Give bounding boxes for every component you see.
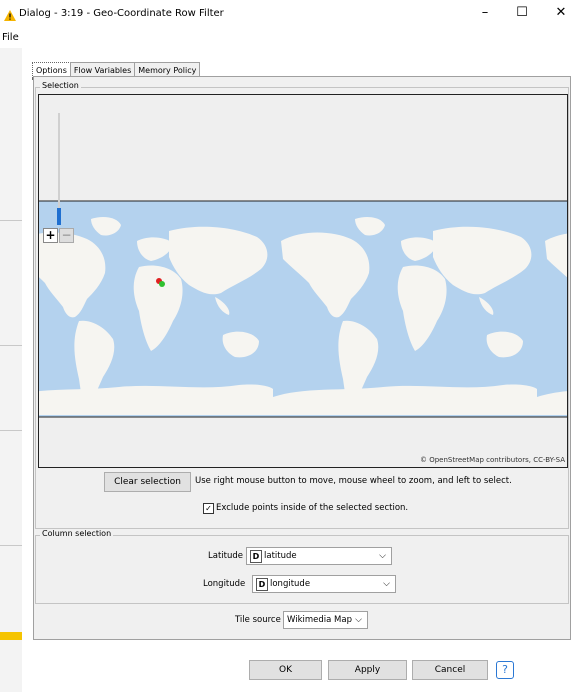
location-marker-icon — [156, 278, 165, 287]
tab-memory-policy[interactable]: Memory Policy — [134, 62, 201, 77]
minimize-button[interactable]: – — [470, 5, 500, 20]
map-attribution: © OpenStreetMap contributors, CC-BY-SA — [419, 456, 565, 464]
latitude-select[interactable]: Dlatitude ⌵ — [246, 547, 392, 565]
tile-source-select[interactable]: Wikimedia Map ⌵ — [283, 611, 368, 629]
close-button[interactable]: ✕ — [546, 5, 576, 20]
longitude-value: longitude — [270, 579, 311, 589]
clear-selection-button[interactable]: Clear selection — [104, 472, 191, 492]
chevron-down-icon: ⌵ — [383, 579, 390, 589]
longitude-label: Longitude — [203, 579, 246, 589]
exclude-checkbox[interactable]: ✓ — [203, 503, 214, 514]
selection-legend: Selection — [40, 81, 81, 90]
title-bar[interactable]: Dialog - 3:19 - Geo-Coordinate Row Filte… — [0, 0, 578, 30]
column-selection-legend: Column selection — [40, 529, 114, 538]
tile-source-value: Wikimedia Map — [287, 615, 352, 625]
map-tiles — [39, 95, 567, 467]
world-map[interactable]: + − © OpenStreetMap contributors, CC-BY-… — [38, 94, 568, 468]
zoom-in-button[interactable]: + — [43, 228, 58, 243]
menu-bar: File — [0, 30, 578, 48]
ok-button[interactable]: OK — [249, 660, 322, 680]
help-icon[interactable]: ? — [496, 661, 514, 679]
latitude-value: latitude — [264, 551, 297, 561]
tab-flow-variables[interactable]: Flow Variables — [69, 62, 136, 77]
tile-source-label: Tile source — [235, 615, 281, 625]
background-window-edge — [0, 0, 22, 692]
column-selection-group: Column selection — [35, 529, 569, 604]
latitude-label: Latitude — [208, 551, 243, 561]
warning-icon — [4, 10, 16, 21]
exclude-label: Exclude points inside of the selected se… — [216, 503, 409, 513]
longitude-select[interactable]: Dlongitude ⌵ — [252, 575, 396, 593]
window-title: Dialog - 3:19 - Geo-Coordinate Row Filte… — [19, 8, 224, 19]
double-type-icon: D — [250, 550, 262, 563]
map-hint: Use right mouse button to move, mouse wh… — [195, 476, 512, 486]
cancel-button[interactable]: Cancel — [412, 660, 488, 680]
zoom-out-button[interactable]: − — [59, 228, 74, 243]
double-type-icon: D — [256, 578, 268, 591]
tab-strip: Options Flow Variables Memory Policy — [32, 62, 201, 80]
chevron-down-icon: ⌵ — [355, 615, 362, 625]
apply-button[interactable]: Apply — [328, 660, 407, 680]
menu-file[interactable]: File — [2, 32, 19, 43]
maximize-button[interactable]: ☐ — [507, 5, 537, 20]
chevron-down-icon: ⌵ — [379, 551, 386, 561]
